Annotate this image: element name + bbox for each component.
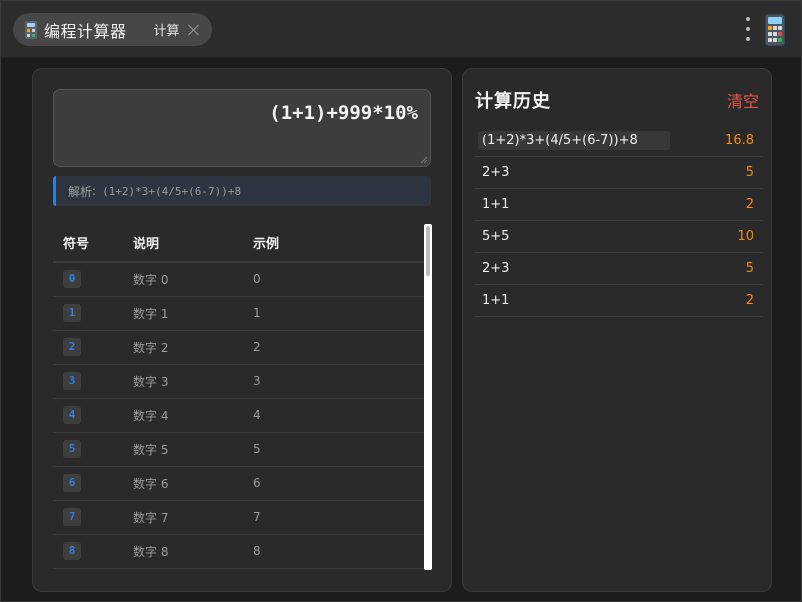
table-row[interactable]: 5 数字 5 5: [53, 432, 425, 467]
table-row[interactable]: 3 数字 3 3: [53, 364, 425, 399]
history-expression: (1+2)*3+(4/5+(6-7))+8: [478, 131, 670, 150]
history-panel: 计算历史 清空 (1+2)*3+(4/5+(6-7))+8 16.8 2+3 5…: [462, 68, 772, 592]
column-header-description: 说明: [133, 224, 253, 263]
symbol-chip[interactable]: 4: [63, 406, 81, 424]
history-item[interactable]: 2+3 5: [474, 253, 762, 285]
history-result: 5: [745, 165, 754, 180]
table-row[interactable]: 7 数字 7 7: [53, 500, 425, 535]
row-example: 5: [253, 432, 425, 467]
more-menu-icon[interactable]: [743, 17, 753, 41]
symbol-chip[interactable]: 6: [63, 474, 81, 492]
calculator-logo-icon: [764, 13, 786, 47]
title-bar: 编程计算器 计算: [1, 1, 801, 58]
symbol-chip[interactable]: 5: [63, 440, 81, 458]
history-expression: 2+3: [482, 165, 510, 180]
row-example: 7: [253, 500, 425, 535]
row-description: 数字 2: [133, 330, 253, 365]
parse-result-bar: 解析 : (1+2)*3+(4/5+(6-7))+8: [53, 176, 431, 206]
history-result: 10: [737, 229, 754, 244]
table-row[interactable]: 4 数字 4 4: [53, 398, 425, 433]
history-result: 5: [745, 261, 754, 276]
tab-app-label: 编程计算器: [44, 21, 127, 41]
row-description: 数字 7: [133, 500, 253, 535]
history-result: 2: [745, 293, 754, 308]
row-example: 2: [253, 330, 425, 365]
tab-calc-label: 计算: [153, 24, 180, 39]
parse-separator: :: [92, 184, 97, 198]
row-description: 数字 4: [133, 398, 253, 433]
row-description: 数字 0: [133, 262, 253, 297]
calculator-app-icon: [25, 20, 37, 39]
history-expression: 1+1: [482, 293, 510, 308]
parse-label: 解析: [68, 184, 93, 199]
tab-calc[interactable]: 计算: [130, 13, 212, 46]
history-item[interactable]: 2+3 5: [474, 157, 762, 189]
scrollbar-thumb[interactable]: [426, 226, 430, 276]
parse-expression: (1+2)*3+(4/5+(6-7))+8: [102, 184, 242, 198]
history-result: 16.8: [725, 133, 754, 148]
row-description: 数字 3: [133, 364, 253, 399]
expression-text: (1+1)+999*10%: [269, 102, 418, 124]
history-item[interactable]: 1+1 2: [474, 285, 762, 317]
symbol-chip[interactable]: 8: [63, 542, 81, 560]
symbol-chip[interactable]: 3: [63, 372, 81, 390]
resize-grip-icon[interactable]: [420, 156, 428, 164]
clear-history-button[interactable]: 清空: [727, 88, 759, 112]
symbol-chip[interactable]: 1: [63, 304, 81, 322]
table-row[interactable]: 2 数字 2 2: [53, 330, 425, 365]
row-example: 0: [253, 262, 425, 297]
history-item[interactable]: (1+2)*3+(4/5+(6-7))+8 16.8: [474, 125, 762, 157]
column-header-example: 示例: [253, 224, 425, 263]
column-header-symbol: 符号: [53, 224, 133, 263]
symbol-chip[interactable]: 0: [63, 270, 81, 289]
row-description: 数字 5: [133, 432, 253, 467]
history-list: (1+2)*3+(4/5+(6-7))+8 16.8 2+3 5 1+1 2 5…: [474, 125, 762, 317]
table-row[interactable]: 0 数字 0 0: [53, 262, 425, 297]
app-window: 编程计算器 计算 (1+1)+999*10% 解析: (1+2)*3+(4/5…: [0, 0, 802, 602]
symbol-chip[interactable]: 7: [63, 508, 81, 526]
history-item[interactable]: 1+1 2: [474, 189, 762, 221]
table-row[interactable]: 6 数字 6 6: [53, 466, 425, 501]
history-result: 2: [745, 197, 754, 212]
history-item[interactable]: 5+5 10: [474, 221, 762, 253]
row-description: 数字 1: [133, 296, 253, 331]
row-example: 6: [253, 466, 425, 501]
table-scrollbar[interactable]: [424, 224, 432, 570]
tab-app[interactable]: 编程计算器: [13, 13, 145, 46]
close-icon[interactable]: [188, 24, 200, 36]
history-title: 计算历史: [475, 91, 551, 112]
row-example: 4: [253, 398, 425, 433]
row-example: 3: [253, 364, 425, 399]
history-expression: 5+5: [482, 229, 510, 244]
history-expression: 2+3: [482, 261, 510, 276]
row-description: 数字 6: [133, 466, 253, 501]
row-description: 数字 8: [133, 534, 253, 569]
symbol-chip[interactable]: 2: [63, 338, 81, 356]
calculator-panel: (1+1)+999*10% 解析 : (1+2)*3+(4/5+(6-7))+8…: [32, 68, 452, 592]
table-header-row: 符号 说明 示例: [53, 224, 425, 263]
history-expression: 1+1: [482, 197, 510, 212]
expression-input[interactable]: (1+1)+999*10%: [53, 89, 431, 167]
tab-strip: 编程计算器 计算: [13, 13, 212, 46]
table-row[interactable]: 8 数字 8 8: [53, 534, 425, 569]
symbols-table: 符号 说明 示例 0 数字 0 0 1 数字 1 1 2 数字 2 2 3 数字…: [53, 224, 431, 570]
table-row[interactable]: 1 数字 1 1: [53, 296, 425, 331]
row-example: 8: [253, 534, 425, 569]
row-example: 1: [253, 296, 425, 331]
